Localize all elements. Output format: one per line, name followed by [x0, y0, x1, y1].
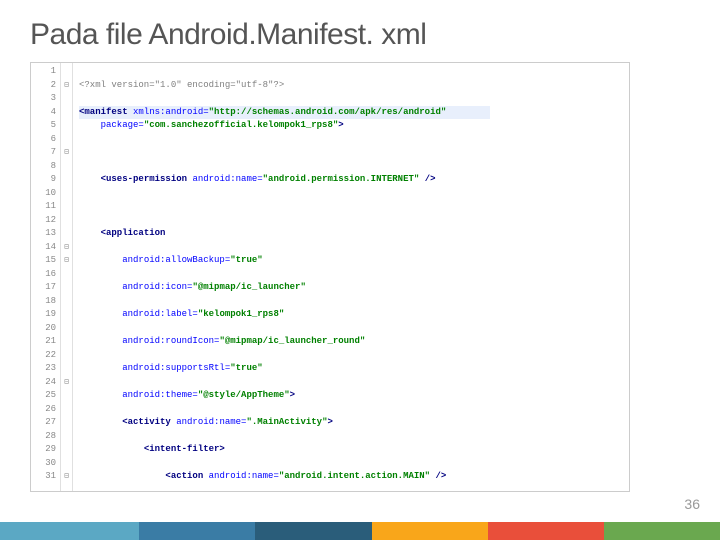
line-number: 14 [31, 241, 56, 255]
line-number: 22 [31, 349, 56, 363]
line-number: 5 [31, 119, 56, 133]
line-number: 9 [31, 173, 56, 187]
code-editor: 1 2 3 4 5 6 7 8 9 10 11 12 13 14 15 16 1… [30, 62, 630, 492]
line-number: 30 [31, 457, 56, 471]
line-number: 19 [31, 308, 56, 322]
slide: Pada file Android.Manifest. xml 1 2 3 4 … [0, 0, 720, 540]
line-number: 24 [31, 376, 56, 390]
line-number: 15 [31, 254, 56, 268]
code-text: <?xml version="1.0" encoding="utf-8"?> [79, 80, 284, 90]
line-number: 11 [31, 200, 56, 214]
line-number: 23 [31, 362, 56, 376]
line-number: 21 [31, 335, 56, 349]
line-number: 28 [31, 430, 56, 444]
line-number: 10 [31, 187, 56, 201]
line-number: 3 [31, 92, 56, 106]
line-number: 8 [31, 160, 56, 174]
page-number: 36 [684, 496, 700, 512]
line-number: 20 [31, 322, 56, 336]
fold-column: ⊟ ⊟ ⊟ ⊟ ⊟ [61, 63, 73, 491]
line-number: 1 [31, 65, 56, 79]
slide-title: Pada file Android.Manifest. xml [30, 18, 690, 52]
line-number: 31 [31, 470, 56, 484]
footer-decoration [0, 522, 720, 540]
line-number: 27 [31, 416, 56, 430]
line-number: 2 [31, 79, 56, 93]
line-number: 25 [31, 389, 56, 403]
line-number: 16 [31, 268, 56, 282]
line-number: 13 [31, 227, 56, 241]
line-number: 26 [31, 403, 56, 417]
line-number: 12 [31, 214, 56, 228]
line-gutter: 1 2 3 4 5 6 7 8 9 10 11 12 13 14 15 16 1… [31, 63, 61, 491]
line-number: 18 [31, 295, 56, 309]
line-number: 7 [31, 146, 56, 160]
line-number: 29 [31, 443, 56, 457]
line-number: 4 [31, 106, 56, 120]
line-number: 6 [31, 133, 56, 147]
code-content: <?xml version="1.0" encoding="utf-8"?> <… [73, 63, 490, 491]
line-number: 17 [31, 281, 56, 295]
